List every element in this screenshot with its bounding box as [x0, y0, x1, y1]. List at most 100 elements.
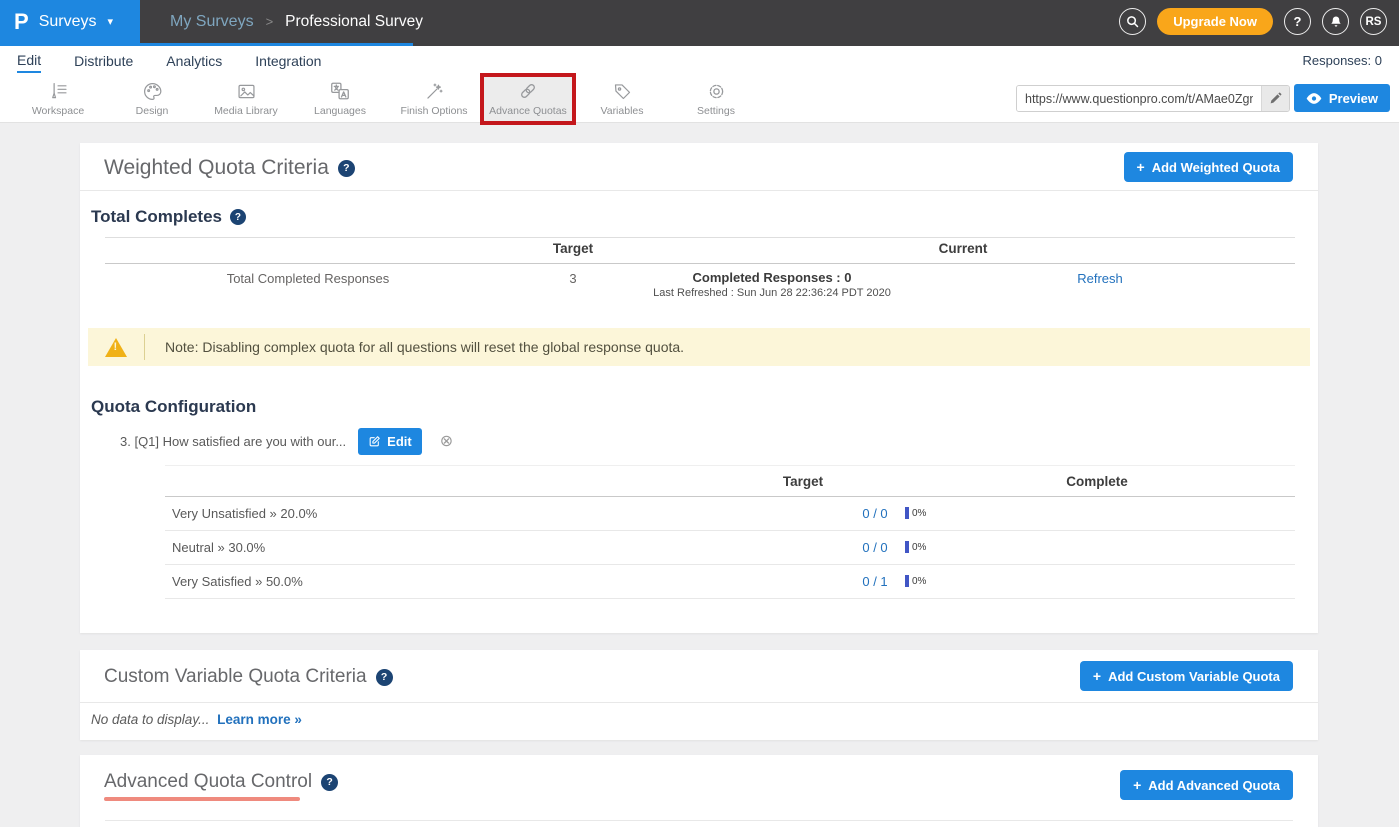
toolbar-item-languages[interactable]: Languages: [293, 75, 387, 123]
add-weighted-quota-label: Add Weighted Quota: [1152, 160, 1280, 175]
warning-icon-wrap: [88, 338, 144, 357]
progress-percent: 0%: [912, 542, 926, 553]
total-completes-title-text: Total Completes: [91, 207, 222, 227]
remove-quota-icon[interactable]: ⊗: [440, 434, 453, 450]
custom-variable-title-text: Custom Variable Quota Criteria: [104, 666, 367, 688]
help-badge-icon[interactable]: ?: [321, 774, 338, 791]
search-button[interactable]: [1119, 8, 1146, 35]
note-text: Note: Disabling complex quota for all qu…: [165, 339, 684, 355]
advanced-quota-card: Advanced Quota Control ? + Add Advanced …: [80, 755, 1318, 827]
tag-icon: [612, 80, 633, 102]
quota-table-header: Target Complete: [165, 465, 1295, 497]
toolbar-item-label: Workspace: [32, 105, 84, 117]
target-progress-value[interactable]: 0 / 0: [862, 540, 887, 555]
tab-analytics[interactable]: Analytics: [166, 49, 222, 72]
toolbar-item-media-library[interactable]: Media Library: [199, 75, 293, 123]
warning-triangle-icon: [105, 338, 127, 357]
custom-variable-quota-title: Custom Variable Quota Criteria ?: [104, 666, 393, 688]
preview-button[interactable]: Preview: [1294, 84, 1390, 112]
edit-url-button[interactable]: [1261, 86, 1289, 111]
toolbar-item-advance-quotas[interactable]: Advance Quotas: [481, 75, 575, 123]
add-custom-variable-quota-label: Add Custom Variable Quota: [1108, 669, 1280, 684]
search-icon: [1125, 14, 1140, 29]
custom-variable-quota-card: Custom Variable Quota Criteria ? + Add C…: [80, 650, 1318, 740]
answer-option-label: Very Satisfied » 50.0%: [172, 574, 303, 589]
translate-icon: [329, 80, 351, 102]
toolbar-item-settings[interactable]: Settings: [669, 75, 763, 123]
progress-percent: 0%: [912, 508, 926, 519]
toolbar-item-label: Media Library: [214, 105, 278, 117]
tab-edit[interactable]: Edit: [17, 48, 41, 73]
questionpro-logo: P: [14, 9, 29, 35]
toolbar-item-label: Design: [136, 105, 169, 117]
add-custom-variable-quota-button[interactable]: + Add Custom Variable Quota: [1080, 661, 1293, 691]
add-advanced-quota-label: Add Advanced Quota: [1148, 778, 1280, 793]
table-row: Very Satisfied » 50.0% 0 / 1 0%: [165, 565, 1295, 599]
link-icon: [517, 80, 539, 102]
no-data-text: No data to display...: [91, 712, 209, 727]
main-content: Weighted Quota Criteria ? + Add Weighted…: [0, 123, 1399, 827]
caret-down-icon: ▾: [107, 15, 113, 28]
survey-url-input[interactable]: [1017, 86, 1261, 111]
workspace-icon: [48, 80, 69, 102]
help-button[interactable]: ?: [1284, 8, 1311, 35]
target-progress-value[interactable]: 0 / 0: [862, 506, 887, 521]
responses-count: Responses: 0: [1303, 53, 1383, 68]
breadcrumb-my-surveys[interactable]: My Surveys: [170, 13, 254, 31]
toolbar-item-finish-options[interactable]: Finish Options: [387, 75, 481, 123]
toolbar-item-variables[interactable]: Variables: [575, 75, 669, 123]
empty-state: No data to display... Learn more »: [91, 712, 302, 727]
toolbar-item-label: Settings: [697, 105, 735, 117]
avatar[interactable]: RS: [1360, 8, 1387, 35]
progress-bar: [905, 507, 909, 519]
quota-question-label: 3. [Q1] How satisfied are you with our..…: [120, 434, 346, 449]
total-completes-heading: Total Completes ?: [91, 207, 246, 227]
column-header-target: Target: [553, 241, 593, 256]
eye-icon: [1306, 92, 1322, 105]
toolbar-item-label: Advance Quotas: [489, 105, 567, 117]
column-header-current: Current: [939, 241, 988, 256]
toolbar-item-label: Variables: [601, 105, 644, 117]
quota-configuration-table: Target Complete Very Unsatisfied » 20.0%…: [165, 465, 1295, 599]
add-advanced-quota-button[interactable]: + Add Advanced Quota: [1120, 770, 1293, 800]
table-border: [105, 263, 1295, 264]
refresh-link[interactable]: Refresh: [1077, 271, 1123, 286]
table-row: Very Unsatisfied » 20.0% 0 / 0 0%: [165, 497, 1295, 531]
toolbar-item-design[interactable]: Design: [105, 75, 199, 123]
edit-icon: [368, 435, 381, 448]
bell-icon: [1329, 15, 1343, 29]
quota-question-row: 3. [Q1] How satisfied are you with our..…: [120, 428, 453, 455]
advanced-quota-title: Advanced Quota Control ?: [104, 771, 338, 793]
edit-quota-label: Edit: [387, 434, 412, 449]
product-label: Surveys: [39, 13, 97, 31]
divider: [80, 702, 1318, 703]
help-badge-icon[interactable]: ?: [230, 209, 246, 225]
plus-icon: +: [1093, 668, 1101, 684]
tab-distribute[interactable]: Distribute: [74, 49, 133, 72]
notifications-button[interactable]: [1322, 8, 1349, 35]
toolbar-item-workspace[interactable]: Workspace: [11, 75, 105, 123]
divider: [80, 190, 1318, 191]
weighted-quota-card: Weighted Quota Criteria ? + Add Weighted…: [80, 143, 1318, 633]
note-divider: [144, 334, 145, 360]
topbar: P Surveys ▾ My Surveys > Professional Su…: [0, 0, 1399, 43]
upgrade-now-button[interactable]: Upgrade Now: [1157, 8, 1273, 35]
help-badge-icon[interactable]: ?: [338, 160, 355, 177]
answer-option-label: Neutral » 30.0%: [172, 540, 265, 555]
learn-more-link[interactable]: Learn more »: [217, 712, 302, 727]
help-badge-icon[interactable]: ?: [376, 669, 393, 686]
quota-configuration-title-text: Quota Configuration: [91, 397, 256, 417]
tab-integration[interactable]: Integration: [255, 49, 321, 72]
table-row: Neutral » 30.0% 0 / 0 0%: [165, 531, 1295, 565]
target-value: 3: [569, 271, 576, 286]
edit-quota-button[interactable]: Edit: [358, 428, 422, 455]
add-weighted-quota-button[interactable]: + Add Weighted Quota: [1124, 152, 1294, 182]
target-progress-value[interactable]: 0 / 1: [862, 574, 887, 589]
annotation-red-underline: [104, 797, 300, 801]
column-header-target: Target: [783, 474, 823, 489]
completed-responses-value: Completed Responses : 0: [693, 270, 852, 285]
progress-bar: [905, 575, 909, 587]
progress-bar: [905, 541, 909, 553]
product-switcher[interactable]: P Surveys ▾: [0, 0, 140, 43]
total-completed-responses-label: Total Completed Responses: [227, 271, 390, 286]
